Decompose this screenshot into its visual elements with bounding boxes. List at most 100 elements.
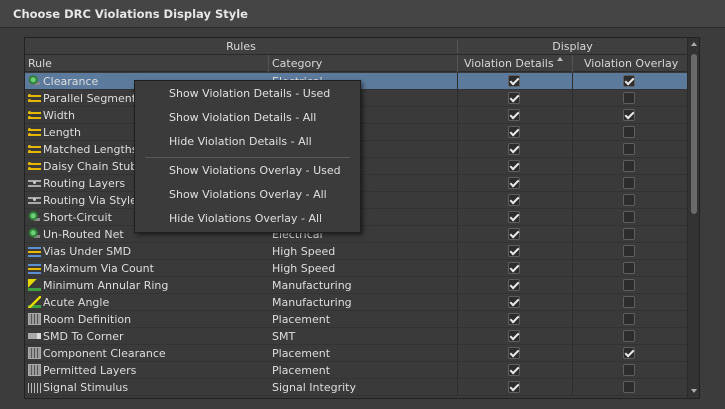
scroll-down-icon[interactable] [691,389,697,393]
violation-overlay-checkbox[interactable] [623,228,635,240]
violation-details-checkbox[interactable] [508,126,520,138]
menu-item-show-violation-details-used[interactable]: Show Violation Details - Used [135,83,360,105]
violation-overlay-checkbox[interactable] [623,109,635,121]
menu-item-hide-violation-details-all[interactable]: Hide Violation Details - All [135,131,360,153]
menu-divider [145,157,350,158]
scroll-thumb[interactable] [691,54,697,214]
cell-divider [572,311,573,328]
column-separator[interactable] [457,55,458,72]
acute-angle-icon [28,296,41,308]
component-clearance-icon [28,347,41,359]
room-definition-icon [28,313,41,325]
permitted-layers-icon [28,364,41,376]
rule-name: Component Clearance [43,347,166,360]
cell-divider [457,107,458,124]
violation-details-checkbox[interactable] [508,381,520,393]
table-row[interactable]: Component Clearance Placement [25,345,687,362]
column-header-row: Rule Category Violation Details Violatio… [25,55,699,72]
cell-divider [457,294,458,311]
rule-category: Manufacturing [272,279,352,292]
table-row[interactable]: Acute Angle Manufacturing [25,294,687,311]
menu-item-show-violations-overlay-used[interactable]: Show Violations Overlay - Used [135,160,360,182]
table-row[interactable]: Signal Stimulus Signal Integrity [25,379,687,396]
table-row[interactable]: Vias Under SMD High Speed [25,243,687,260]
vias-under-smd-icon [28,245,41,257]
rule-name: Maximum Via Count [43,262,154,275]
rule-name: Acute Angle [43,296,110,309]
table-row[interactable]: SMD To Corner SMT [25,328,687,345]
violation-details-checkbox[interactable] [508,143,520,155]
violation-details-checkbox[interactable] [508,364,520,376]
violation-overlay-checkbox[interactable] [623,296,635,308]
violation-details-checkbox[interactable] [508,109,520,121]
cell-divider [457,328,458,345]
violation-overlay-checkbox[interactable] [623,364,635,376]
violation-overlay-checkbox[interactable] [623,313,635,325]
violation-details-checkbox[interactable] [508,177,520,189]
violation-overlay-checkbox[interactable] [623,211,635,223]
cell-divider [457,124,458,141]
rule-category: Placement [272,364,331,377]
cell-divider [572,260,573,277]
violation-overlay-checkbox[interactable] [623,75,635,87]
violation-overlay-checkbox[interactable] [623,262,635,274]
violation-overlay-column-header[interactable]: Violation Overlay [584,57,678,70]
violation-details-checkbox[interactable] [508,313,520,325]
rule-name: Length [43,126,81,139]
violation-details-checkbox[interactable] [508,262,520,274]
rule-name: Room Definition [43,313,132,326]
routing-via-style-icon [28,194,41,206]
violation-overlay-checkbox[interactable] [623,245,635,257]
rule-column-header[interactable]: Rule [28,57,52,70]
violation-details-checkbox[interactable] [508,211,520,223]
violation-overlay-checkbox[interactable] [623,177,635,189]
violation-overlay-checkbox[interactable] [623,330,635,342]
column-separator[interactable] [572,55,573,72]
violation-details-column-header[interactable]: Violation Details [464,57,554,70]
menu-item-show-violations-overlay-all[interactable]: Show Violations Overlay - All [135,184,360,206]
menu-item-hide-violations-overlay-all[interactable]: Hide Violations Overlay - All [135,208,360,230]
violation-details-checkbox[interactable] [508,92,520,104]
cell-divider [457,90,458,107]
rule-name: Short-Circuit [43,211,112,224]
dialog-title: Choose DRC Violations Display Style [13,7,248,21]
category-column-header[interactable]: Category [272,57,322,70]
rule-name: Permitted Layers [43,364,137,377]
violation-details-checkbox[interactable] [508,347,520,359]
violation-details-checkbox[interactable] [508,296,520,308]
rules-grid[interactable]: Rules Display Rule Category Violation De… [24,37,700,399]
violation-details-checkbox[interactable] [508,228,520,240]
violation-details-checkbox[interactable] [508,245,520,257]
cell-divider [457,379,458,396]
table-row[interactable]: Maximum Via Count High Speed [25,260,687,277]
signal-stimulus-icon [28,381,41,393]
menu-item-show-violation-details-all[interactable]: Show Violation Details - All [135,107,360,129]
cell-divider [572,158,573,175]
cell-divider [457,158,458,175]
cell-divider [572,141,573,158]
violation-details-checkbox[interactable] [508,279,520,291]
violation-overlay-checkbox[interactable] [623,126,635,138]
rule-name: Routing Layers [43,177,126,190]
cell-divider [572,73,573,90]
cell-divider [457,209,458,226]
table-row[interactable]: Room Definition Placement [25,311,687,328]
vertical-scrollbar[interactable] [687,38,699,398]
violation-details-checkbox[interactable] [508,75,520,87]
violation-overlay-checkbox[interactable] [623,381,635,393]
violation-overlay-checkbox[interactable] [623,143,635,155]
cell-divider [572,345,573,362]
column-separator[interactable] [268,55,269,72]
table-row[interactable]: Permitted Layers Placement [25,362,687,379]
violation-details-checkbox[interactable] [508,194,520,206]
violation-details-checkbox[interactable] [508,330,520,342]
short-circuit-icon [28,211,41,223]
scroll-up-icon[interactable] [691,42,697,46]
violation-overlay-checkbox[interactable] [623,160,635,172]
violation-overlay-checkbox[interactable] [623,92,635,104]
violation-overlay-checkbox[interactable] [623,279,635,291]
violation-overlay-checkbox[interactable] [623,347,635,359]
violation-overlay-checkbox[interactable] [623,194,635,206]
violation-details-checkbox[interactable] [508,160,520,172]
table-row[interactable]: Minimum Annular Ring Manufacturing [25,277,687,294]
